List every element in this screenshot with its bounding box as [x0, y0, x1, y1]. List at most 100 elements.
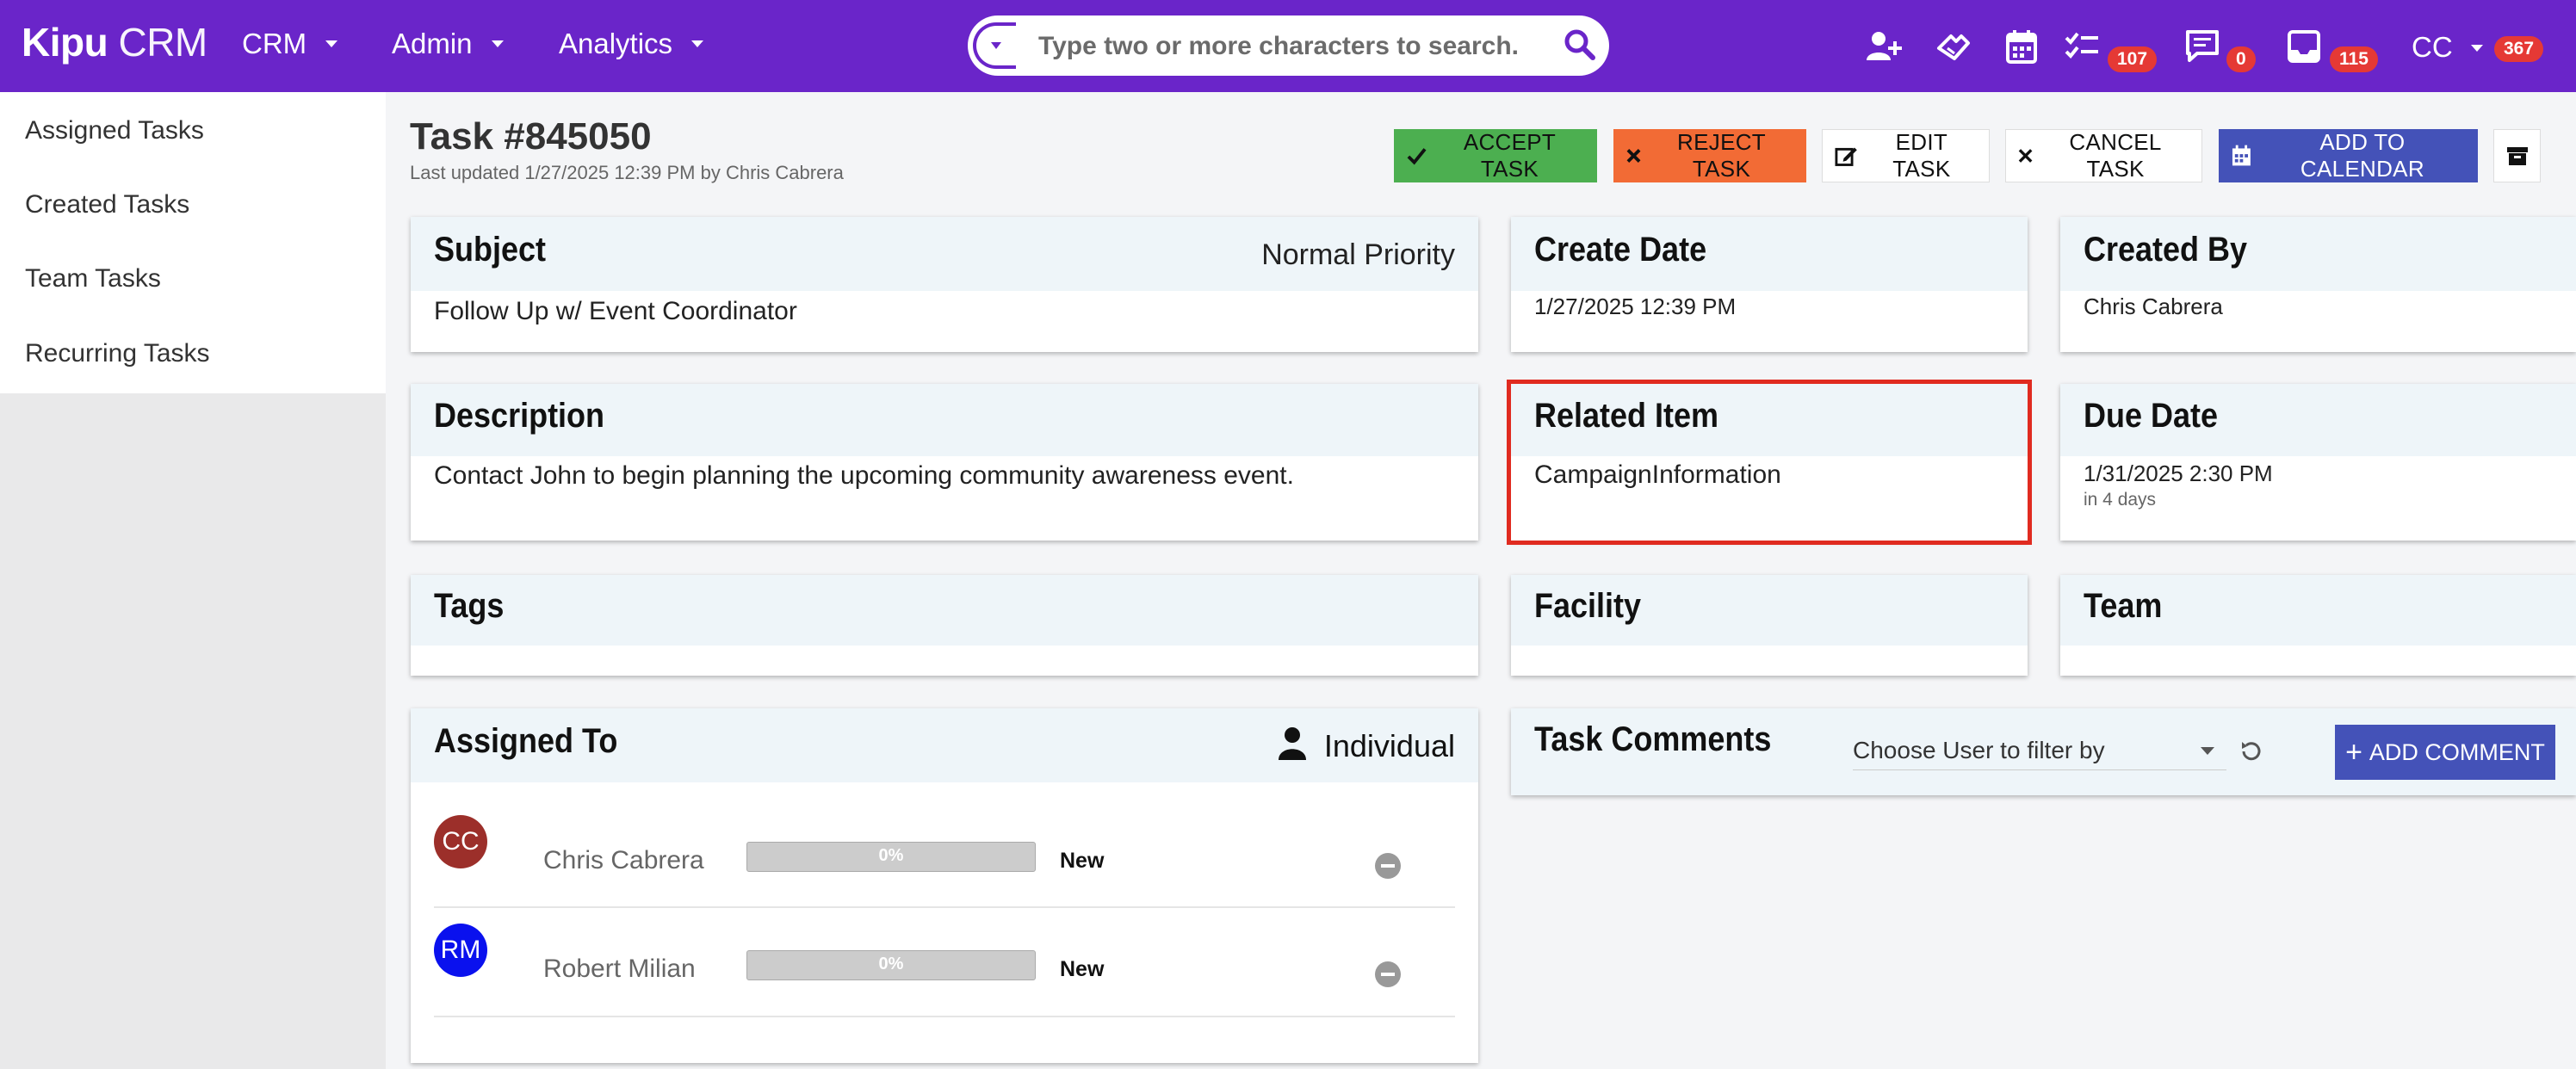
nav-menu-analytics[interactable]: Analytics [559, 28, 704, 60]
chevron-down-icon [2201, 747, 2214, 755]
nav-menu-analytics-label: Analytics [559, 28, 673, 59]
tags-card-title: Tags [434, 587, 505, 625]
edit-task-button[interactable]: EDIT TASK [1822, 129, 1990, 182]
avatar: RM [434, 924, 487, 977]
description-value: Contact John to begin planning the upcom… [434, 461, 1294, 490]
user-count-badge: 367 [2494, 36, 2544, 62]
page-title: Task #845050 [410, 115, 652, 158]
add-to-calendar-button[interactable]: ADD TO CALENDAR [2219, 129, 2478, 182]
related-item-card-title: Related Item [1534, 397, 1719, 435]
remove-assignee-icon[interactable] [1375, 961, 1401, 987]
edit-icon [1835, 147, 1857, 166]
nav-menu-crm-label: CRM [242, 28, 307, 59]
app-logo[interactable]: Kipu CRM [22, 19, 207, 65]
global-search [968, 15, 1609, 76]
top-navbar: Kipu CRM CRM Admin Analytics 107 0 115 C… [0, 0, 2576, 92]
create-date-card: Create Date 1/27/2025 12:39 PM [1511, 217, 2028, 352]
handshake-icon[interactable] [1935, 29, 1972, 68]
assignment-mode: Individual [1323, 728, 1455, 763]
assignee-progress-bar: 0% [746, 950, 1036, 980]
tasks-checklist-icon[interactable] [2065, 29, 2101, 68]
cancel-task-label: CANCEL TASK [2069, 129, 2162, 182]
messages-count-badge: 0 [2226, 46, 2256, 72]
person-icon [1278, 726, 1307, 765]
inbox-count-badge: 115 [2330, 46, 2378, 72]
add-comment-button[interactable]: + ADD COMMENT [2335, 725, 2555, 780]
chevron-down-icon [325, 40, 338, 47]
chevron-down-icon [491, 40, 504, 47]
priority-label: Normal Priority [1261, 238, 1455, 271]
row-divider [434, 1016, 1455, 1017]
assignee-progress-text: 0% [878, 846, 904, 865]
sidebar-item-assigned-tasks[interactable]: Assigned Tasks [25, 116, 204, 145]
plus-icon: + [2345, 736, 2362, 769]
assigned-to-card: Assigned To Individual CC Chris Cabrera … [411, 708, 1478, 1063]
remove-assignee-icon[interactable] [1375, 853, 1401, 879]
reject-task-label: REJECT TASK [1677, 129, 1766, 182]
assignee-name: Robert Milian [543, 955, 696, 983]
nav-menu-admin-label: Admin [392, 28, 473, 59]
description-card: Description Contact John to begin planni… [411, 384, 1478, 541]
close-icon [2018, 149, 2033, 163]
chevron-down-icon[interactable] [2471, 45, 2483, 52]
accept-task-button[interactable]: ACCEPT TASK [1394, 129, 1597, 182]
archive-button[interactable] [2493, 129, 2541, 182]
search-input[interactable] [1037, 26, 1522, 67]
reset-filter-icon[interactable] [2239, 738, 2264, 769]
add-user-icon[interactable] [1865, 29, 1904, 68]
search-scope-dropdown[interactable] [973, 22, 1016, 69]
nav-menu-admin[interactable]: Admin [392, 28, 504, 60]
row-divider [434, 906, 1455, 908]
edit-task-label: EDIT TASK [1892, 129, 1951, 182]
create-date-card-title: Create Date [1534, 231, 1707, 269]
assigned-to-card-title: Assigned To [434, 722, 618, 760]
facility-card: Facility [1511, 575, 2028, 676]
inbox-icon[interactable] [2287, 29, 2321, 68]
assignee-status: New [1060, 849, 1105, 873]
user-menu-initials[interactable]: CC [2412, 31, 2453, 64]
sidebar-item-created-tasks[interactable]: Created Tasks [25, 190, 189, 219]
assignee-progress-bar: 0% [746, 842, 1036, 872]
comment-user-filter-select[interactable]: Choose User to filter by [1853, 737, 2226, 770]
due-date-relative: in 4 days [2084, 490, 2157, 510]
subject-card: Subject Normal Priority Follow Up w/ Eve… [411, 217, 1478, 352]
logo-bold-text: Kipu [22, 20, 108, 65]
subject-value: Follow Up w/ Event Coordinator [434, 297, 797, 325]
team-card: Team [2060, 575, 2576, 676]
team-card-title: Team [2084, 587, 2163, 625]
comment-user-filter-placeholder: Choose User to filter by [1853, 737, 2105, 763]
search-icon[interactable] [1562, 27, 1598, 67]
tags-card: Tags [411, 575, 1478, 676]
tags-card-header [411, 575, 1478, 646]
add-to-calendar-label: ADD TO CALENDAR [2300, 129, 2424, 182]
nav-menu-crm[interactable]: CRM [242, 28, 338, 60]
last-updated-text: Last updated 1/27/2025 12:39 PM by Chris… [410, 162, 844, 183]
check-icon [1407, 148, 1427, 165]
sidebar-task-list: Assigned Tasks Created Tasks Team Tasks … [0, 92, 386, 393]
sidebar-item-team-tasks[interactable]: Team Tasks [25, 264, 161, 294]
close-icon [1626, 149, 1641, 163]
facility-card-title: Facility [1534, 587, 1642, 625]
related-item-link[interactable]: CampaignInformation [1534, 460, 1781, 490]
messages-icon[interactable] [2185, 29, 2220, 68]
due-date-value: 1/31/2025 2:30 PM [2084, 460, 2273, 486]
subject-card-title: Subject [434, 231, 547, 269]
assignee-name: Chris Cabrera [543, 846, 704, 874]
sidebar-item-recurring-tasks[interactable]: Recurring Tasks [25, 339, 210, 368]
assignee-progress-text: 0% [878, 955, 904, 973]
description-card-title: Description [434, 397, 605, 435]
related-item-card: Related Item CampaignInformation [1507, 380, 2032, 545]
created-by-card: Created By Chris Cabrera [2060, 217, 2576, 352]
task-comments-card-title: Task Comments [1534, 720, 1772, 758]
calendar-icon[interactable] [2006, 29, 2037, 68]
assignee-status: New [1060, 957, 1105, 981]
archive-icon [2506, 147, 2528, 165]
cancel-task-button[interactable]: CANCEL TASK [2005, 129, 2202, 182]
tasks-count-badge: 107 [2108, 46, 2158, 72]
reject-task-button[interactable]: REJECT TASK [1613, 129, 1806, 182]
due-date-card-title: Due Date [2084, 397, 2219, 435]
calendar-icon [2232, 145, 2251, 166]
created-by-value: Chris Cabrera [2084, 294, 2223, 319]
created-by-card-title: Created By [2084, 231, 2248, 269]
due-date-card: Due Date 1/31/2025 2:30 PM in 4 days [2060, 384, 2576, 541]
